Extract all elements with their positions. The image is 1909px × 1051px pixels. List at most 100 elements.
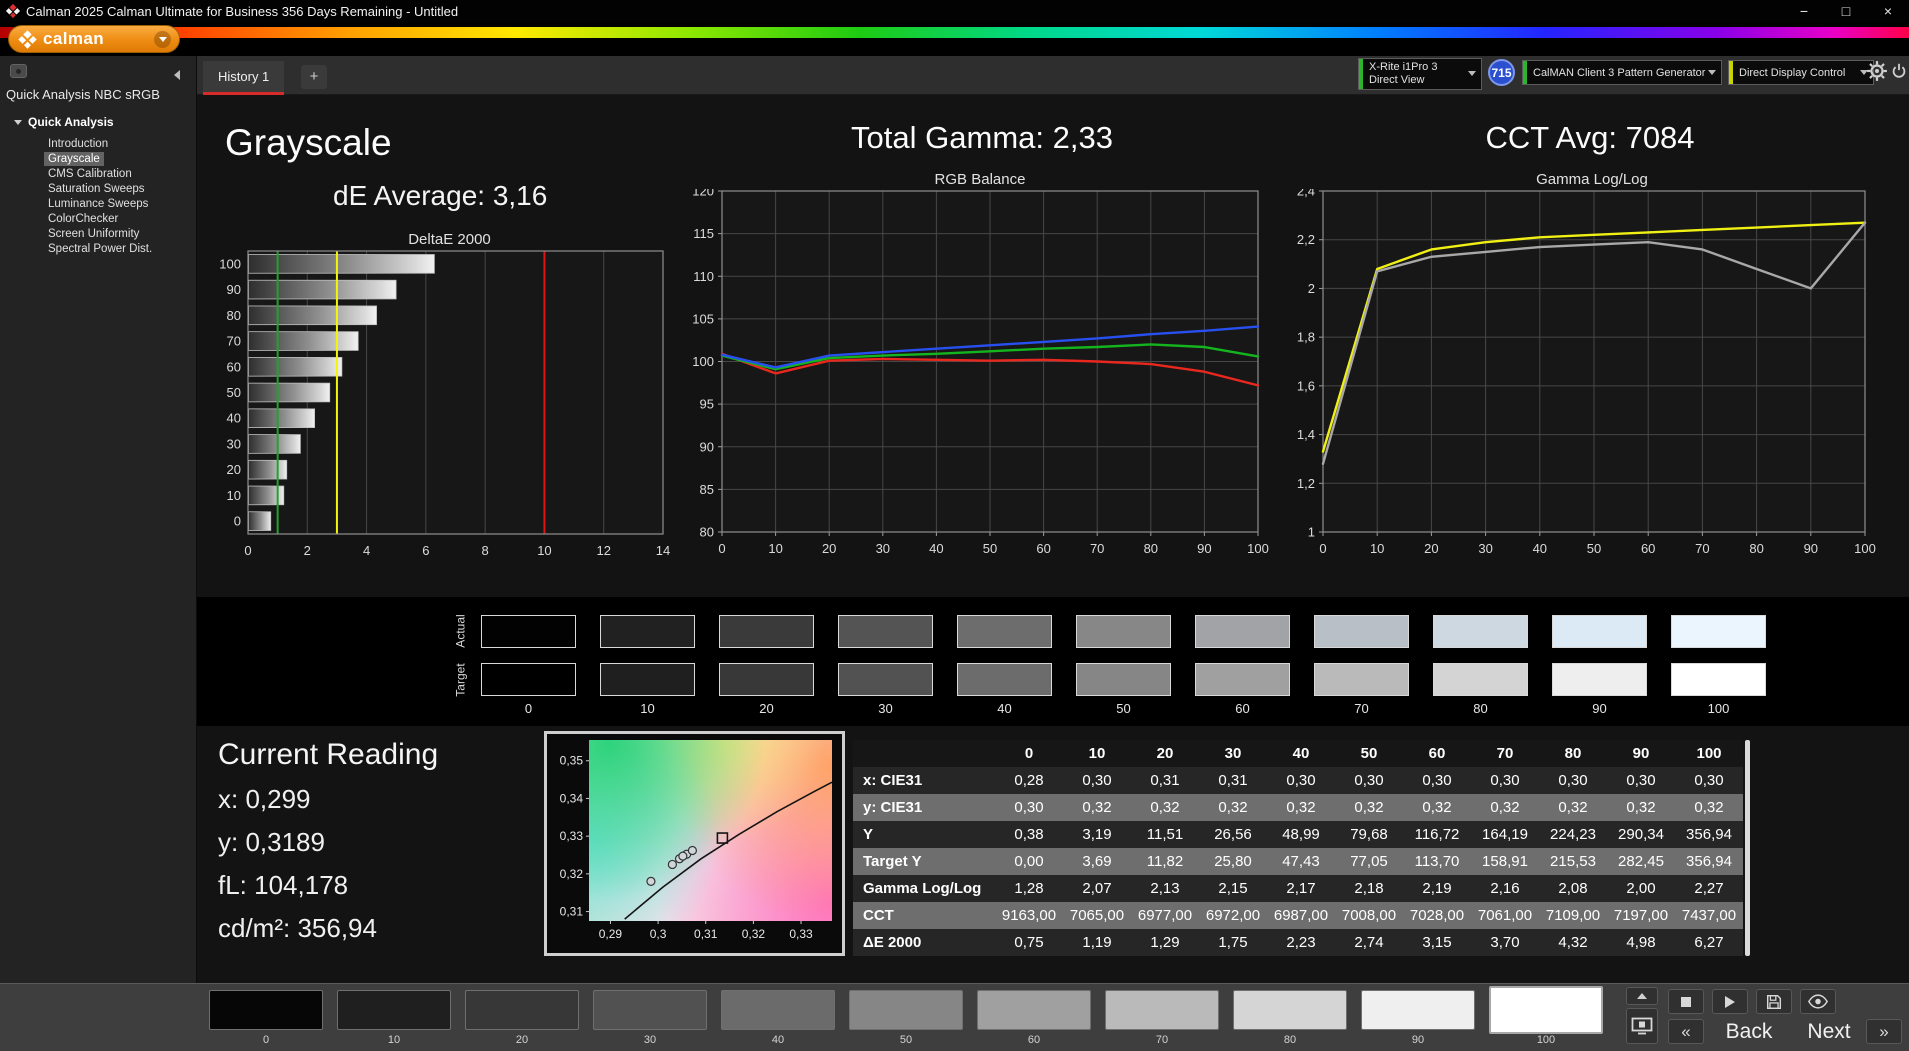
table-cell: 0,32 <box>1131 794 1199 821</box>
cie-chromaticity-chart[interactable]: 0,350,340,330,320,310,290,30,310,320,33 <box>544 731 845 956</box>
pattern-level-button-30[interactable] <box>593 990 707 1030</box>
table-cell: 0,30 <box>1675 767 1743 794</box>
table-scrollbar[interactable] <box>1745 740 1750 956</box>
table-cell: 0,75 <box>995 929 1063 956</box>
sidebar-item-label: Spectral Power Dist. <box>44 242 156 256</box>
tab-history-1[interactable]: History 1 <box>203 61 284 95</box>
deltae-2000-plot: 024681012141009080706050403020100 <box>197 249 702 567</box>
table-row-label: ΔE 2000 <box>853 929 995 956</box>
sidebar-item-spectral-power-dist-[interactable]: Spectral Power Dist. <box>0 241 197 256</box>
table-cell: 2,08 <box>1539 875 1607 902</box>
power-button[interactable] <box>1890 60 1908 82</box>
sidebar-item-saturation-sweeps[interactable]: Saturation Sweeps <box>0 181 197 196</box>
sidebar-item-luminance-sweeps[interactable]: Luminance Sweeps <box>0 196 197 211</box>
pattern-level-button-100[interactable] <box>1489 986 1603 1034</box>
pattern-level-button-90[interactable] <box>1361 990 1475 1030</box>
pattern-level-button-80[interactable] <box>1233 990 1347 1030</box>
sidebar-item-screen-uniformity[interactable]: Screen Uniformity <box>0 226 197 241</box>
table-cell: 0,30 <box>1063 767 1131 794</box>
table-cell: 2,13 <box>1131 875 1199 902</box>
grayscale-swatch-strip: Actual Target 0102030405060708090100 <box>197 597 1909 726</box>
table-cell: 1,28 <box>995 875 1063 902</box>
table-column-header: 50 <box>1335 740 1403 767</box>
target-swatch-70 <box>1314 663 1409 696</box>
play-button[interactable] <box>1712 989 1748 1014</box>
sidebar-item-label: Saturation Sweeps <box>44 182 149 196</box>
table-cell: 0,00 <box>995 848 1063 875</box>
close-button[interactable]: × <box>1867 0 1909 22</box>
pattern-generator-dropdown[interactable]: CalMAN Client 3 Pattern Generator <box>1522 60 1722 85</box>
cie-plot-overlay: 0,350,340,330,320,310,290,30,310,320,33 <box>547 734 842 953</box>
table-row: Y0,383,1911,5126,5648,9979,68116,72164,1… <box>853 821 1743 848</box>
pattern-level-button-70[interactable] <box>1105 990 1219 1030</box>
sidebar-item-cms-calibration[interactable]: CMS Calibration <box>0 166 197 181</box>
sidebar-item-label: Grayscale <box>44 152 104 166</box>
total-gamma-readout: Total Gamma: 2,33 <box>782 120 1182 156</box>
minimize-button[interactable]: − <box>1783 0 1825 22</box>
pattern-generator-label: CalMAN Client 3 Pattern Generator <box>1533 67 1705 79</box>
actual-swatch-30 <box>838 615 933 648</box>
rainbow-gradient-strip <box>0 27 1909 38</box>
svg-text:0,31: 0,31 <box>694 927 718 941</box>
previous-page-button[interactable]: « <box>1668 1019 1704 1044</box>
table-cell: 1,19 <box>1063 929 1131 956</box>
pattern-level-button-20[interactable] <box>465 990 579 1030</box>
svg-text:10: 10 <box>227 488 241 503</box>
pattern-level-button-40[interactable] <box>721 990 835 1030</box>
window-titlebar: Calman 2025 Calman Ultimate for Business… <box>0 0 1909 22</box>
calman-menu-button[interactable]: calman <box>8 25 180 53</box>
next-button[interactable]: Next <box>1796 1019 1862 1044</box>
strip-level-label: 80 <box>1433 701 1528 716</box>
workflow-root-node[interactable]: Quick Analysis <box>14 115 114 129</box>
display-pattern-button[interactable] <box>1626 1008 1658 1044</box>
pattern-level-button-60[interactable] <box>977 990 1091 1030</box>
back-button[interactable]: Back <box>1708 1019 1790 1044</box>
meter-selector-dropdown[interactable]: X-Rite i1Pro 3 Direct View <box>1358 58 1482 90</box>
next-page-button[interactable]: » <box>1866 1019 1902 1044</box>
sidebar-item-introduction[interactable]: Introduction <box>0 136 197 151</box>
svg-text:110: 110 <box>693 269 714 284</box>
table-cell: 7065,00 <box>1063 902 1131 929</box>
settings-button[interactable] <box>1866 60 1888 82</box>
read-continuous-button[interactable] <box>1800 989 1836 1014</box>
strip-level-label: 70 <box>1314 701 1409 716</box>
pattern-level-button-50[interactable] <box>849 990 963 1030</box>
table-column-header: 80 <box>1539 740 1607 767</box>
table-cell: 3,19 <box>1063 821 1131 848</box>
pattern-level-label: 0 <box>209 1034 323 1046</box>
table-cell: 1,75 <box>1199 929 1267 956</box>
collapse-sidebar-button[interactable] <box>174 67 180 85</box>
table-column-header: 90 <box>1607 740 1675 767</box>
display-status-accent <box>1729 61 1733 84</box>
target-swatch-10 <box>600 663 695 696</box>
svg-text:2: 2 <box>1308 281 1315 296</box>
actual-swatch-80 <box>1433 615 1528 648</box>
table-cell: 2,27 <box>1675 875 1743 902</box>
actual-row-label: Actual <box>454 609 470 654</box>
layout-up-button[interactable] <box>1626 987 1658 1005</box>
actual-swatch-100 <box>1671 615 1766 648</box>
table-cell: 158,91 <box>1471 848 1539 875</box>
svg-text:0,35: 0,35 <box>560 754 584 768</box>
add-tab-button[interactable]: + <box>301 65 327 89</box>
sidebar-item-colorchecker[interactable]: ColorChecker <box>0 211 197 226</box>
svg-text:0,32: 0,32 <box>560 867 584 881</box>
maximize-button[interactable]: □ <box>1825 0 1867 22</box>
table-cell: 0,32 <box>1539 794 1607 821</box>
menu-dropdown-button[interactable] <box>154 31 171 48</box>
strip-level-label: 60 <box>1195 701 1290 716</box>
stop-icon <box>1681 997 1691 1007</box>
save-button[interactable] <box>1756 989 1792 1014</box>
pattern-level-button-10[interactable] <box>337 990 451 1030</box>
workflow-item-list: IntroductionGrayscaleCMS CalibrationSatu… <box>0 136 197 256</box>
sidebar-item-grayscale[interactable]: Grayscale <box>0 151 197 166</box>
table-column-header: 10 <box>1063 740 1131 767</box>
pin-sidebar-button[interactable] <box>10 64 27 78</box>
display-control-dropdown[interactable]: Direct Display Control <box>1728 60 1874 85</box>
pattern-level-button-0[interactable] <box>209 990 323 1030</box>
svg-text:50: 50 <box>1587 541 1601 556</box>
svg-text:80: 80 <box>1749 541 1763 556</box>
svg-text:0,33: 0,33 <box>560 829 584 843</box>
stop-button[interactable] <box>1668 989 1704 1014</box>
current-reading-title: Current Reading <box>218 738 438 772</box>
